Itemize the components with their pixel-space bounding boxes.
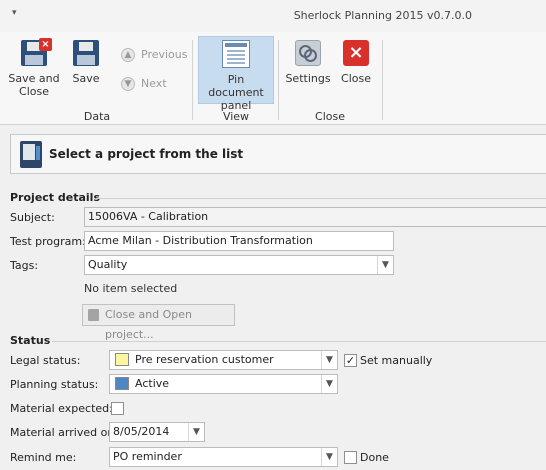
close-button[interactable]: × Close [336,36,376,104]
close-and-open-project-label: Close and Open project... [105,308,193,341]
material-arrived-value: 8/05/2014 [113,425,170,438]
remind-me-select[interactable]: PO reminder ▼ [109,447,338,467]
calendar-dropdown-icon[interactable]: ▼ [188,423,204,441]
remind-me-value: PO reminder [113,450,182,463]
legal-status-value: Pre reservation customer [135,353,274,366]
document-icon [88,309,99,321]
ribbon-separator [278,40,279,120]
close-icon: × [340,38,372,68]
test-program-field[interactable]: Acme Milan - Distribution Transformation [84,231,394,251]
subject-field[interactable]: 15006VA - Calibration [84,207,546,227]
status-heading: Status [10,334,51,347]
test-program-label: Test program: [10,235,86,248]
planning-status-select[interactable]: Active ▼ [109,374,338,394]
project-selector-bar[interactable]: Select a project from the list [10,134,546,174]
section-divider [96,198,546,199]
chevron-down-icon[interactable]: ▼ [321,375,337,393]
pin-document-panel-button[interactable]: Pin document panel [198,36,274,112]
tags-value: Quality [88,258,128,271]
previous-button[interactable]: ▲ Previous [121,46,188,64]
group-label-data: Data [83,110,111,123]
close-and-open-project-button[interactable]: Close and Open project... [82,304,235,341]
save-label: Save [72,72,100,85]
window-title: Sherlock Planning 2015 v0.7.0.0 [293,9,472,22]
previous-label: Previous [141,48,188,61]
project-selector-text: Select a project from the list [49,147,244,161]
set-manually-checkbox[interactable]: ✓ [344,354,357,367]
chevron-down-icon[interactable]: ▼ [321,448,337,466]
save-close-icon: × [18,38,52,68]
planning-status-label: Planning status: [10,378,99,391]
save-button[interactable]: Save [66,36,106,104]
chevron-down-icon[interactable]: ▼ [377,256,393,274]
chevron-down-icon[interactable]: ▼ [321,351,337,369]
done-checkbox[interactable] [344,451,357,464]
arrow-up-icon: ▲ [121,48,135,62]
legal-status-color-swatch [115,352,129,366]
remind-me-label: Remind me: [10,451,77,464]
legal-status-label: Legal status: [10,354,81,367]
material-expected-label: Material expected: [10,402,113,415]
project-book-icon [20,141,42,168]
planning-status-value: Active [135,377,170,390]
save-icon [70,38,102,68]
save-and-close-button[interactable]: × Save and Close [6,36,62,104]
material-arrived-date-field[interactable]: 8/05/2014 ▼ [109,422,205,442]
arrow-down-icon: ▼ [121,77,135,91]
document-panel-icon [220,39,252,69]
tags-select[interactable]: Quality ▼ [84,255,394,275]
quick-access-menu-icon[interactable]: ▾ [12,8,17,18]
title-bar: ▾ Sherlock Planning 2015 v0.7.0.0 [0,0,546,32]
subject-label: Subject: [10,211,55,224]
close-label: Close [341,72,371,85]
ribbon-separator [192,40,193,120]
material-expected-checkbox[interactable] [111,402,124,415]
next-label: Next [141,77,167,90]
pin-document-panel-label: Pin document panel [208,73,264,112]
legal-status-select[interactable]: Pre reservation customer ▼ [109,350,338,370]
material-arrived-label: Material arrived on: [10,426,118,439]
tags-label: Tags: [10,259,39,272]
project-details-heading: Project details [10,191,100,204]
ribbon-separator [382,40,383,120]
settings-icon [292,38,324,68]
planning-status-color-swatch [115,376,129,390]
section-divider [52,341,546,342]
done-label: Done [360,451,389,464]
set-manually-label: Set manually [360,354,433,367]
group-label-close: Close [315,110,345,123]
next-button[interactable]: ▼ Next [121,75,167,93]
save-and-close-label: Save and Close [8,72,60,98]
no-item-selected-text: No item selected [84,282,178,295]
settings-label: Settings [285,72,331,85]
settings-button[interactable]: Settings [284,36,332,104]
group-label-view: View [222,110,250,123]
ribbon: × Save and Close Save ▲ Previous ▼ Next Da… [0,32,546,125]
